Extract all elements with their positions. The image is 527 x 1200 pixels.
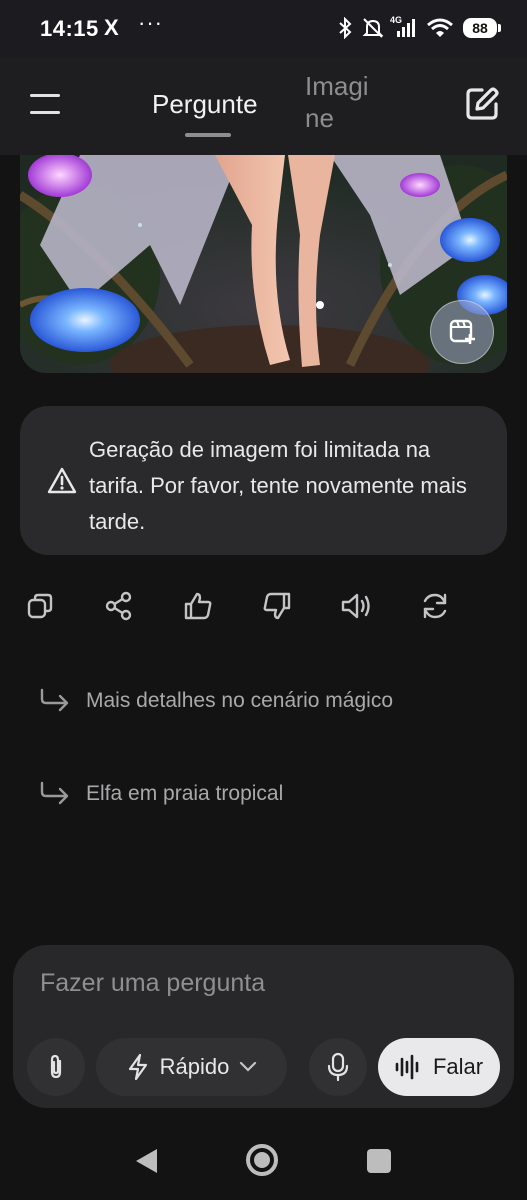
copy-icon <box>27 593 53 619</box>
copy-button[interactable] <box>22 588 58 624</box>
reply-arrow-icon <box>40 781 69 805</box>
bluetooth-icon <box>339 17 352 39</box>
read-aloud-button[interactable] <box>338 588 374 624</box>
thumbs-down-icon <box>263 592 291 620</box>
prompt-input[interactable]: Fazer uma pergunta <box>40 969 265 998</box>
wifi-icon <box>427 18 453 37</box>
reply-arrow-icon <box>40 688 69 712</box>
paperclip-icon <box>50 1054 62 1079</box>
speaker-icon <box>341 593 370 619</box>
suggestion-chip[interactable]: Mais detalhes no cenário mágico <box>38 681 393 721</box>
dislike-button[interactable] <box>259 588 295 624</box>
warning-text: Geração de imagem foi limitada na tarifa… <box>89 437 467 534</box>
chevron-down-icon <box>240 1061 257 1072</box>
menu-button[interactable] <box>26 92 66 118</box>
tab-imagine[interactable]: Imagi ne <box>305 70 385 134</box>
talk-label: Falar <box>432 1054 484 1079</box>
like-button[interactable] <box>180 588 216 624</box>
rate-limit-message: Geração de imagem foi limitada na tarifa… <box>20 406 507 555</box>
home-icon[interactable] <box>244 1142 280 1178</box>
new-chat-button[interactable] <box>462 84 502 124</box>
regenerate-button[interactable] <box>417 588 453 624</box>
x-app-icon: X <box>104 15 119 40</box>
back-icon[interactable] <box>133 1146 159 1176</box>
gallery-add-icon <box>449 319 475 344</box>
active-tab-indicator <box>185 133 231 137</box>
message-actions <box>22 588 462 626</box>
status-bar: 14:15 X ··· 4G 88 <box>0 0 527 58</box>
warning-icon <box>47 467 77 494</box>
mode-label: Rápido <box>159 1054 230 1079</box>
suggestion-label: Elfa em praia tropical <box>86 782 284 805</box>
lightning-icon <box>128 1053 147 1081</box>
add-to-story-button[interactable] <box>430 300 494 364</box>
talk-button[interactable]: Falar <box>378 1038 500 1096</box>
microphone-button[interactable] <box>309 1038 367 1096</box>
status-icons: 4G 88 <box>337 14 501 42</box>
more-notifications-icon: ··· <box>138 10 163 35</box>
share-button[interactable] <box>101 588 137 624</box>
battery-icon: 88 <box>463 18 501 38</box>
suggestion-label: Mais detalhes no cenário mágico <box>86 689 394 712</box>
microphone-icon <box>327 1052 349 1082</box>
mode-selector[interactable]: Rápido <box>96 1038 287 1096</box>
thumbs-up-icon <box>184 592 212 620</box>
mute-icon <box>362 18 384 38</box>
signal-4g-icon: 4G <box>390 15 417 39</box>
suggestion-chip[interactable]: Elfa em praia tropical <box>38 774 283 814</box>
regenerate-icon <box>423 593 447 619</box>
tab-pergunte[interactable]: Pergunte <box>152 89 258 120</box>
waveform-icon <box>395 1054 419 1080</box>
edit-icon <box>466 87 499 120</box>
recent-apps-icon[interactable] <box>367 1149 391 1173</box>
system-navigation-bar <box>0 1120 527 1200</box>
status-time: 14:15 <box>40 16 99 41</box>
prompt-composer: Fazer uma pergunta Rápido Falar <box>13 945 514 1108</box>
attach-button[interactable] <box>27 1038 85 1096</box>
share-icon <box>105 591 132 621</box>
app-header: Pergunte Imagi ne <box>0 58 527 155</box>
